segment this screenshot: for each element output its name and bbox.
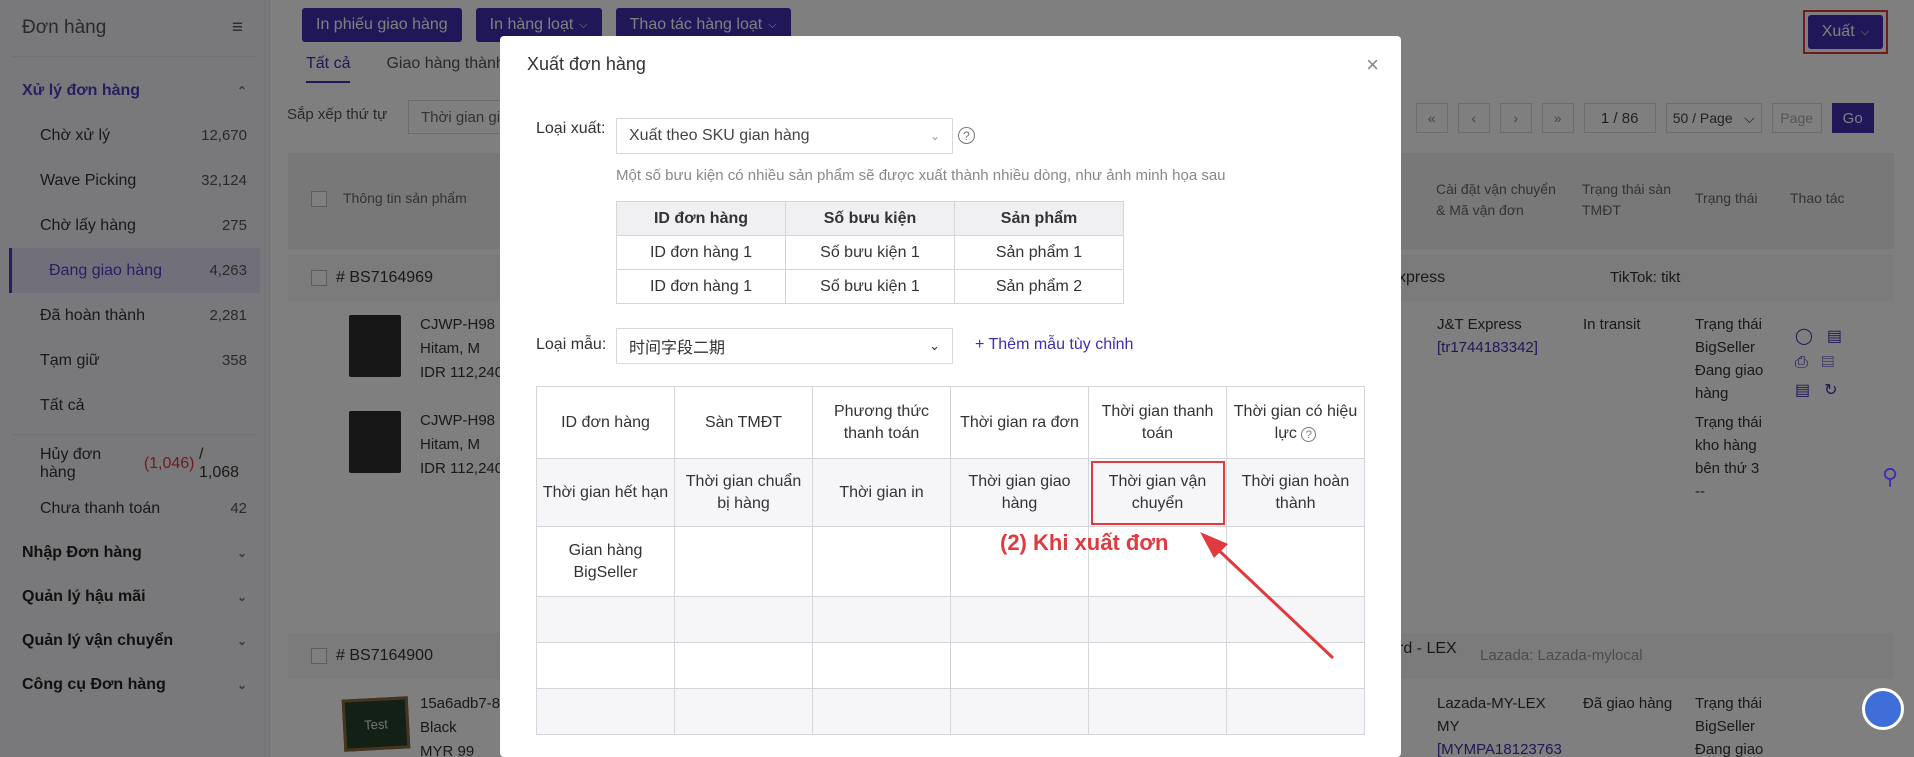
field-cell [812,688,951,735]
field-cell[interactable]: Gian hàng BigSeller [536,526,675,597]
example-cell: ID đơn hàng 1 [616,235,786,270]
field-cell [674,526,813,597]
chevron-down-icon: ⌄ [929,129,940,143]
search-icon[interactable]: ⚲ [1882,464,1898,490]
example-cell: Số bưu kiện 1 [785,235,955,270]
annotation-arrow [1200,532,1335,660]
field-cell[interactable]: Sàn TMĐT [674,386,813,459]
field-cell [536,596,675,643]
add-template-link[interactable]: + Thêm mẫu tùy chỉnh [975,336,1133,354]
field-label: Thời gian có hiệu lực [1233,402,1358,442]
help-icon: ? [1301,427,1317,442]
close-icon[interactable]: × [1366,52,1379,78]
field-cell[interactable]: Phương thức thanh toán [812,386,951,459]
export-note: Một số bưu kiện có nhiều sản phẩm sẽ đượ… [616,167,1226,184]
field-cell[interactable]: ID đơn hàng [536,386,675,459]
example-table: ID đơn hàng Số bưu kiện Sản phẩm ID đơn … [616,201,1124,304]
annotation-text: (2) Khi xuất đơn [1000,530,1169,555]
support-avatar[interactable] [1862,688,1904,730]
field-cell [1226,688,1365,735]
field-cell[interactable]: Thời gian ra đơn [950,386,1089,459]
field-cell [812,642,951,689]
help-icon[interactable]: ? [958,127,975,144]
field-cell[interactable]: Thời gian chuẩn bị hàng [674,458,813,527]
export-type-select[interactable]: Xuất theo SKU gian hàng ⌄ [616,118,953,154]
example-cell: Số bưu kiện 1 [785,269,955,304]
field-cell [950,596,1089,643]
export-type-label: Loại xuất: [536,120,606,137]
example-header: Số bưu kiện [785,201,955,236]
modal-title: Xuất đơn hàng [527,54,646,74]
field-cell [536,642,675,689]
template-value: 时间字段二期 [629,340,726,357]
field-cell [674,642,813,689]
field-cell [674,688,813,735]
chevron-down-icon: ⌄ [929,338,940,353]
example-header: Sản phẩm [954,201,1124,236]
field-cell[interactable]: Thời gian có hiệu lực ? [1226,386,1365,459]
template-select[interactable]: 时间字段二期 ⌄ [616,328,953,364]
field-cell [950,688,1089,735]
field-cell[interactable]: Thời gian hoàn thành [1226,458,1365,527]
example-cell: ID đơn hàng 1 [616,269,786,304]
template-label: Loại mẫu: [536,336,607,353]
field-cell [536,688,675,735]
field-cell[interactable]: Thời gian in [812,458,951,527]
example-cell: Sản phẩm 1 [954,235,1124,270]
field-cell [1088,688,1227,735]
field-cell[interactable]: Thời gian hết hạn [536,458,675,527]
example-cell: Sản phẩm 2 [954,269,1124,304]
field-cell [812,596,951,643]
field-cell[interactable]: Thời gian giao hàng [950,458,1089,527]
example-header: ID đơn hàng [616,201,786,236]
field-cell[interactable]: Thời gian thanh toán [1088,386,1227,459]
export-type-value: Xuất theo SKU gian hàng [629,127,810,144]
field-cell [674,596,813,643]
field-cell [950,642,1089,689]
field-cell [812,526,951,597]
field-cell-highlighted[interactable]: Thời gian vận chuyển [1088,458,1227,527]
